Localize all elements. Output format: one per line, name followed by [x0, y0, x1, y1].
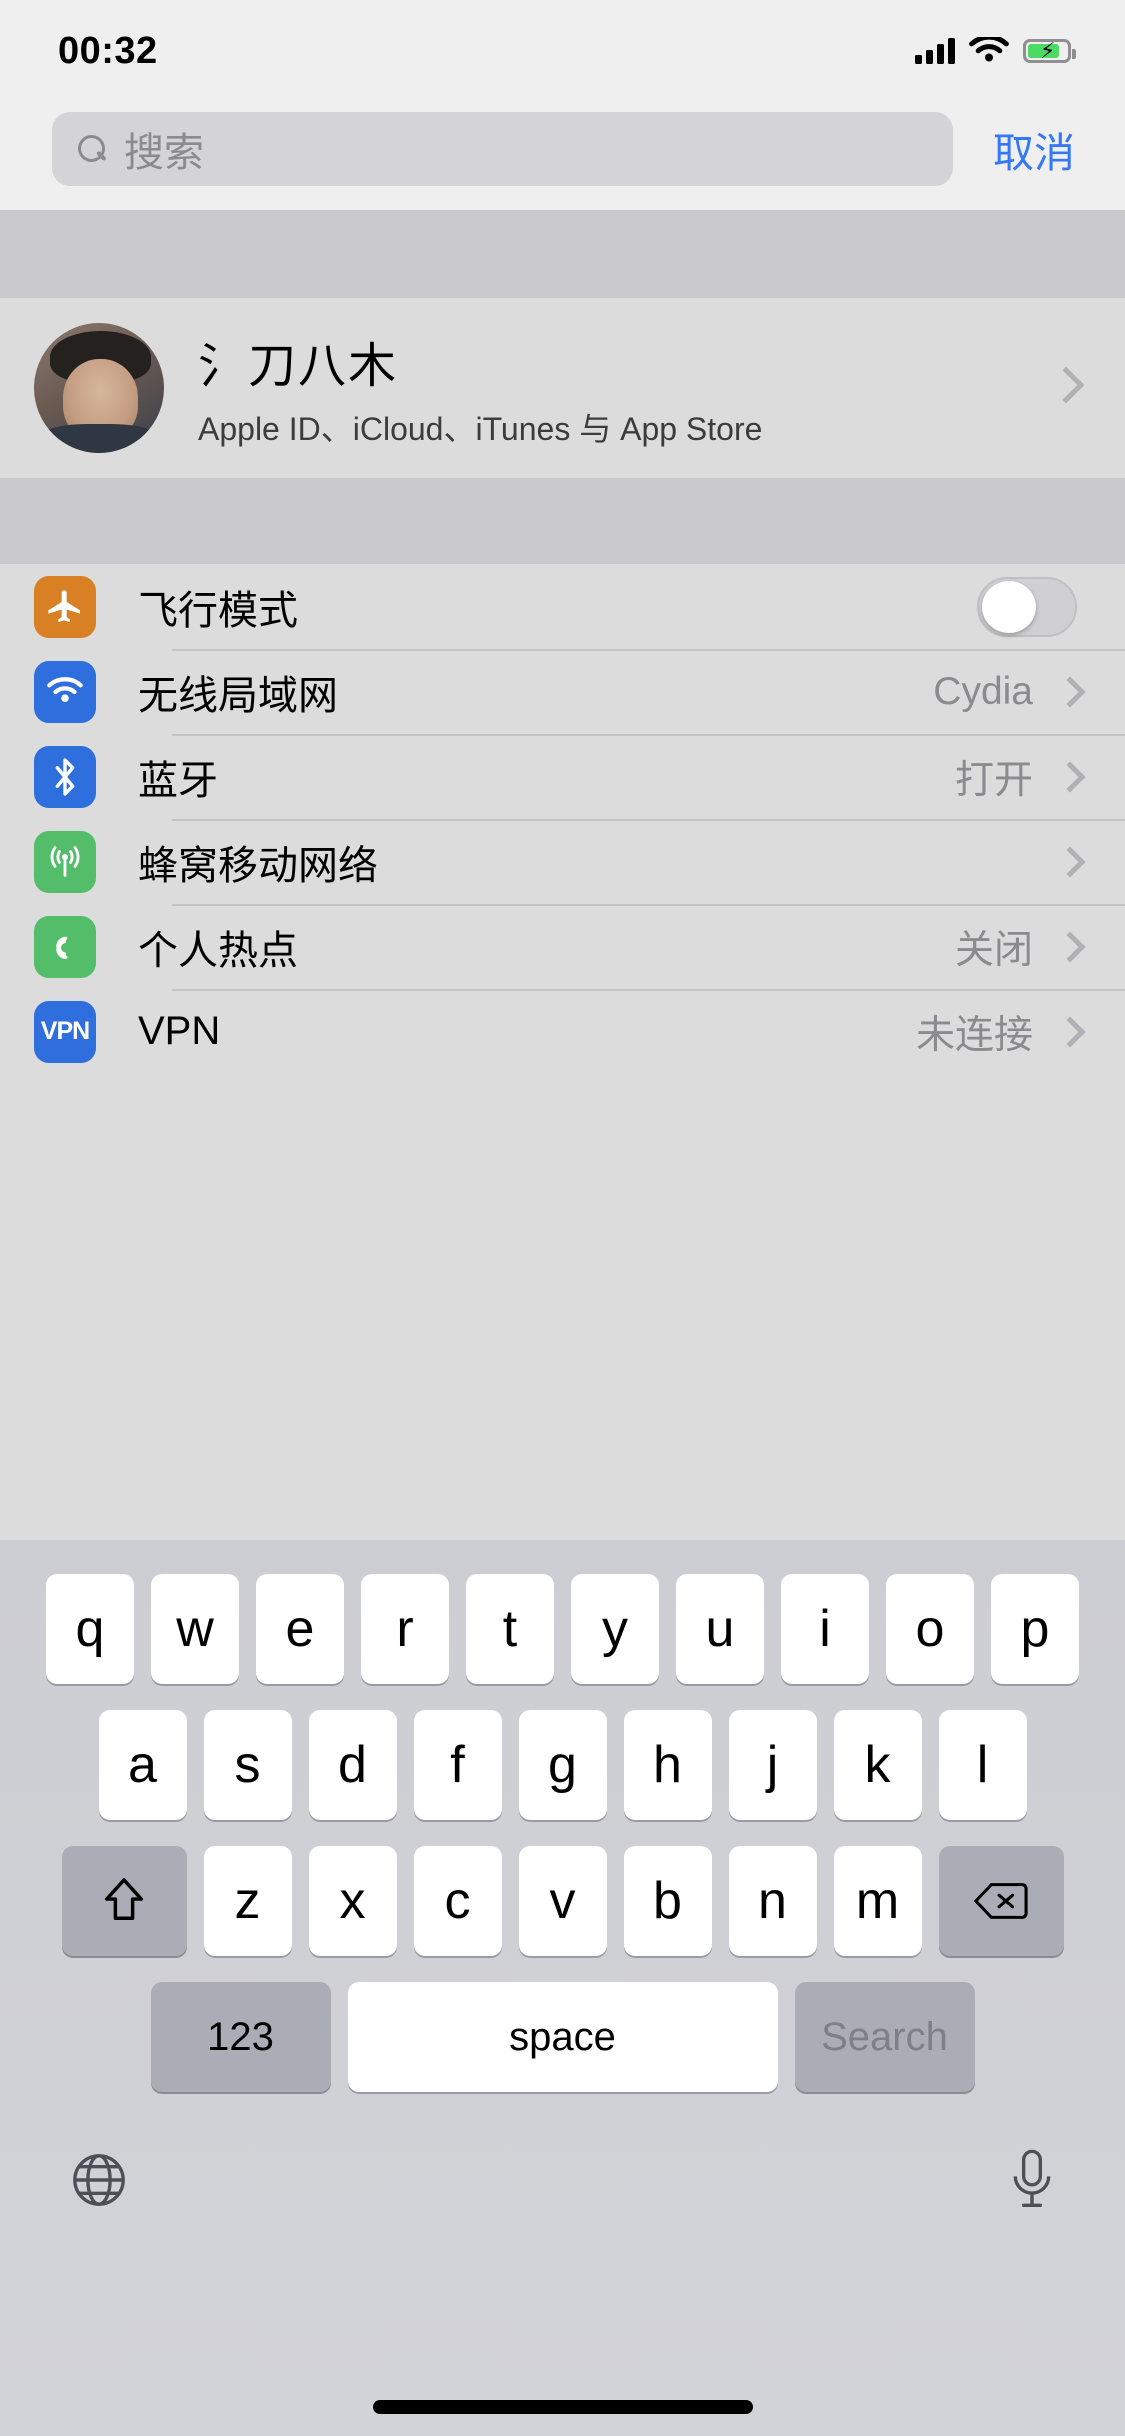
status-bar: 00:32 ⚡: [0, 0, 1125, 88]
profile-subtitle: Apple ID、iCloud、iTunes 与 App Store: [198, 411, 763, 447]
settings-row-vpn[interactable]: VPN VPN 未连接: [0, 989, 1125, 1074]
key-c[interactable]: c: [413, 1846, 502, 1956]
profile-name: 氵刀八木: [198, 340, 399, 393]
settings-row-bluetooth[interactable]: 蓝牙 打开: [0, 734, 1125, 819]
key-o[interactable]: o: [886, 1574, 974, 1684]
cellular-bars-icon: [915, 38, 955, 64]
settings-row-value: 打开: [954, 758, 1033, 802]
cancel-button[interactable]: 取消: [975, 119, 1093, 179]
onscreen-keyboard: q w e r t y u i o p a s d f g h j k l z …: [0, 1540, 1125, 2436]
key-n[interactable]: n: [728, 1846, 817, 1956]
delete-backspace-icon[interactable]: [938, 1846, 1064, 1956]
connectivity-settings-list: 飞行模式 无线局域网 Cydia 蓝牙 打开 蜂窝移动网络 个人热点 关闭 VP…: [0, 564, 1125, 1074]
chevron-right-icon: [1054, 760, 1086, 793]
space-key[interactable]: space: [347, 1982, 778, 2092]
settings-row-airplane-mode[interactable]: 飞行模式: [0, 564, 1125, 649]
vpn-icon: VPN: [34, 1000, 96, 1063]
search-input[interactable]: 搜索: [52, 112, 953, 186]
key-h[interactable]: h: [623, 1710, 712, 1820]
key-g[interactable]: g: [518, 1710, 607, 1820]
bluetooth-icon: [34, 745, 96, 808]
settings-row-value: Cydia: [933, 669, 1033, 713]
search-bar: 搜索 取消: [0, 88, 1125, 210]
shift-icon[interactable]: [61, 1846, 187, 1956]
settings-row-label: VPN: [138, 1009, 221, 1053]
key-u[interactable]: u: [676, 1574, 764, 1684]
keyboard-row-4: 123 space Search: [0, 1982, 1125, 2092]
status-bar-indicators: ⚡: [915, 36, 1076, 66]
key-w[interactable]: w: [151, 1574, 239, 1684]
status-bar-time: 00:32: [58, 29, 158, 72]
settings-row-label: 无线局域网: [138, 673, 338, 718]
settings-row-label: 个人热点: [138, 928, 298, 973]
airplane-mode-toggle[interactable]: [977, 576, 1077, 637]
profile-text: 氵刀八木 Apple ID、iCloud、iTunes 与 App Store: [198, 326, 762, 450]
key-x[interactable]: x: [308, 1846, 397, 1956]
home-indicator: [372, 2400, 753, 2414]
key-i[interactable]: i: [781, 1574, 869, 1684]
key-m[interactable]: m: [833, 1846, 922, 1956]
globe-icon[interactable]: [70, 2151, 128, 2214]
keyboard-row-2: a s d f g h j k l: [0, 1710, 1125, 1820]
key-q[interactable]: q: [46, 1574, 134, 1684]
hotspot-icon: [34, 915, 96, 978]
key-a[interactable]: a: [98, 1710, 187, 1820]
airplane-icon: [34, 575, 96, 638]
key-r[interactable]: r: [361, 1574, 449, 1684]
backspace-glyph: [974, 1881, 1028, 1921]
microphone-icon[interactable]: [1009, 2149, 1055, 2216]
search-icon: [78, 135, 106, 163]
settings-row-label: 蜂窝移动网络: [138, 843, 378, 888]
settings-row-value: 关闭: [954, 928, 1033, 972]
chevron-right-icon: [1047, 366, 1085, 404]
chevron-right-icon: [1054, 930, 1086, 963]
chevron-right-icon: [1054, 1015, 1086, 1048]
chevron-right-icon: [1054, 845, 1086, 878]
settings-row-cellular[interactable]: 蜂窝移动网络: [0, 819, 1125, 904]
key-f[interactable]: f: [413, 1710, 502, 1820]
keyboard-row-3: z x c v b n m: [0, 1846, 1125, 1956]
key-k[interactable]: k: [833, 1710, 922, 1820]
wifi-icon: [34, 660, 96, 723]
key-j[interactable]: j: [728, 1710, 817, 1820]
keyboard-row-1: q w e r t y u i o p: [0, 1574, 1125, 1684]
settings-row-label: 蓝牙: [138, 758, 218, 803]
search-placeholder: 搜索: [124, 131, 204, 175]
key-d[interactable]: d: [308, 1710, 397, 1820]
search-return-key[interactable]: Search: [794, 1982, 975, 2092]
key-v[interactable]: v: [518, 1846, 607, 1956]
key-y[interactable]: y: [571, 1574, 659, 1684]
settings-row-wifi[interactable]: 无线局域网 Cydia: [0, 649, 1125, 734]
settings-row-value: 未连接: [915, 1013, 1033, 1057]
section-gap-top: [0, 210, 1125, 298]
avatar: [34, 323, 164, 453]
key-p[interactable]: p: [991, 1574, 1079, 1684]
apple-id-profile-row[interactable]: 氵刀八木 Apple ID、iCloud、iTunes 与 App Store: [0, 298, 1125, 478]
key-l[interactable]: l: [938, 1710, 1027, 1820]
iphone-screen: 00:32 ⚡ 搜索 取消 氵刀八木 Apple ID、iCloud、iTune…: [0, 0, 1125, 2436]
wifi-icon: [969, 36, 1009, 61]
key-z[interactable]: z: [203, 1846, 292, 1956]
settings-row-personal-hotspot[interactable]: 个人热点 关闭: [0, 904, 1125, 989]
numbers-key[interactable]: 123: [150, 1982, 331, 2092]
key-s[interactable]: s: [203, 1710, 292, 1820]
settings-content: 氵刀八木 Apple ID、iCloud、iTunes 与 App Store …: [0, 210, 1125, 1540]
key-b[interactable]: b: [623, 1846, 712, 1956]
cellular-icon: [34, 830, 96, 893]
key-t[interactable]: t: [466, 1574, 554, 1684]
keyboard-bottom-bar: [0, 2092, 1125, 2242]
chevron-right-icon: [1054, 675, 1086, 708]
key-e[interactable]: e: [256, 1574, 344, 1684]
settings-row-label: 飞行模式: [138, 588, 298, 633]
shift-arrow-glyph: [101, 1875, 147, 1927]
battery-charging-icon: ⚡: [1023, 39, 1076, 63]
section-gap-middle: [0, 478, 1125, 564]
